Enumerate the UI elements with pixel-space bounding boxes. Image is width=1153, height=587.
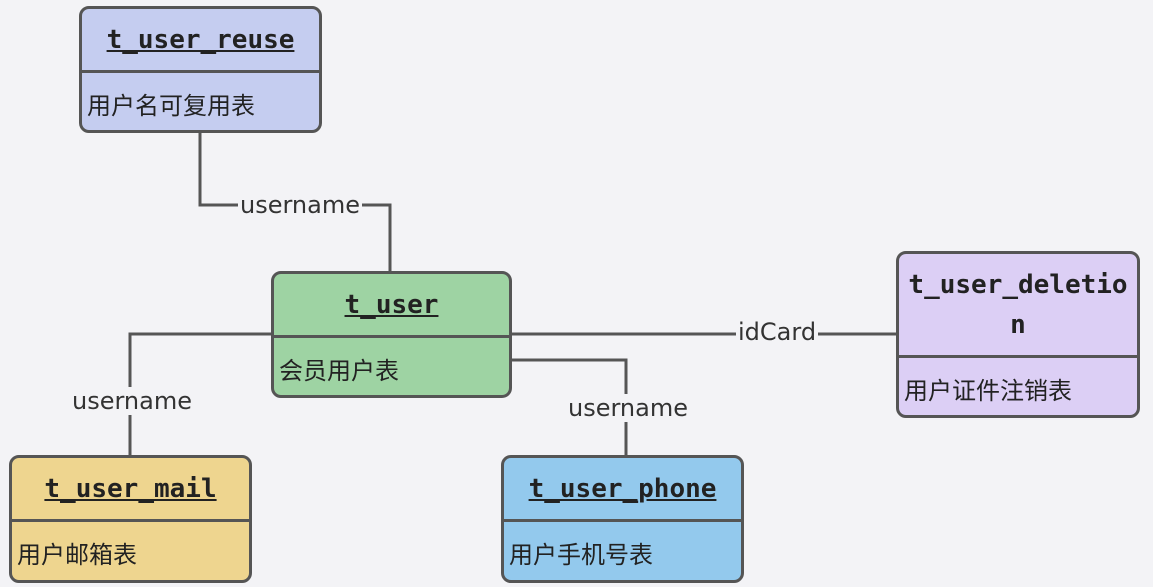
edge-label-reuse: username bbox=[238, 191, 362, 219]
edge-label-phone: username bbox=[566, 394, 690, 422]
entity-t-user-phone[interactable]: t_user_phone 用户手机号表 bbox=[501, 455, 744, 583]
entity-description: 用户手机号表 bbox=[509, 541, 653, 569]
entity-description: 用户证件注销表 bbox=[904, 376, 1072, 405]
entity-title: t_user bbox=[274, 274, 509, 338]
entity-title: t_user_reuse bbox=[82, 9, 319, 73]
entity-title: t_user_mail bbox=[12, 458, 249, 522]
entity-t-user[interactable]: t_user 会员用户表 bbox=[271, 271, 512, 398]
entity-description: 用户邮箱表 bbox=[17, 541, 137, 569]
entity-description: 会员用户表 bbox=[279, 356, 399, 385]
edge-label-deletion: idCard bbox=[736, 318, 819, 346]
entity-t-user-reuse[interactable]: t_user_reuse 用户名可复用表 bbox=[79, 6, 322, 133]
edge-label-mail: username bbox=[70, 387, 194, 415]
entity-t-user-mail[interactable]: t_user_mail 用户邮箱表 bbox=[9, 455, 252, 583]
entity-title: t_user_phone bbox=[504, 458, 741, 522]
entity-t-user-deletion[interactable]: t_user_deletion 用户证件注销表 bbox=[896, 251, 1140, 418]
entity-title: t_user_deletion bbox=[899, 254, 1137, 358]
entity-description: 用户名可复用表 bbox=[87, 91, 255, 120]
